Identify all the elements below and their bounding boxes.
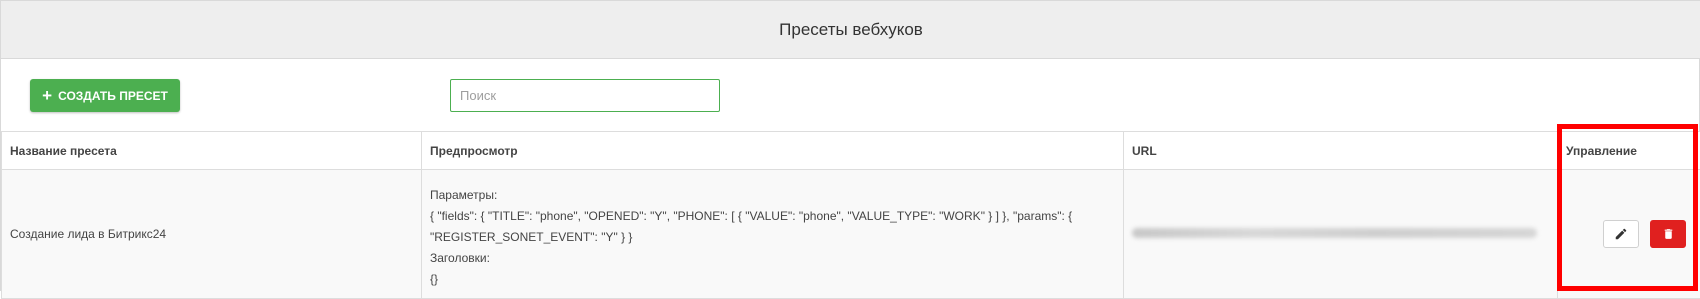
presets-table: Название пресета Предпросмотр URL Управл…	[1, 131, 1700, 299]
preset-name-cell: Создание лида в Битрикс24	[2, 170, 422, 299]
search-input[interactable]	[450, 79, 720, 112]
table-header-row: Название пресета Предпросмотр URL Управл…	[2, 132, 1700, 170]
column-header-name[interactable]: Название пресета	[2, 132, 422, 170]
preset-preview-cell: Параметры: { "fields": { "TITLE": "phone…	[422, 170, 1124, 299]
column-header-actions: Управление	[1558, 132, 1700, 170]
create-preset-label: СОЗДАТЬ ПРЕСЕТ	[58, 89, 168, 103]
preview-headers-value: {}	[430, 269, 1115, 290]
edit-preset-button[interactable]	[1603, 220, 1639, 248]
preset-actions-cell	[1558, 170, 1700, 299]
column-header-preview[interactable]: Предпросмотр	[422, 132, 1124, 170]
webhook-presets-panel: Пресеты вебхуков + СОЗДАТЬ ПРЕСЕТ Назван…	[0, 0, 1700, 291]
plus-icon: +	[42, 87, 52, 104]
delete-preset-button[interactable]	[1650, 220, 1686, 248]
pencil-icon	[1614, 227, 1628, 241]
page-title: Пресеты вебхуков	[779, 20, 923, 40]
blurred-url	[1132, 228, 1537, 238]
preview-params-label: Параметры:	[430, 185, 1115, 206]
preview-params-line-1: { "fields": { "TITLE": "phone", "OPENED"…	[430, 206, 1115, 227]
preset-url-cell	[1124, 170, 1558, 299]
toolbar: + СОЗДАТЬ ПРЕСЕТ	[1, 59, 1700, 131]
preview-headers-label: Заголовки:	[430, 248, 1115, 269]
table-row: Создание лида в Битрикс24 Параметры: { "…	[2, 170, 1700, 299]
preview-params-line-2: "REGISTER_SONET_EVENT": "Y" } }	[430, 227, 1115, 248]
column-header-url[interactable]: URL	[1124, 132, 1558, 170]
panel-header: Пресеты вебхуков	[1, 1, 1700, 59]
create-preset-button[interactable]: + СОЗДАТЬ ПРЕСЕТ	[30, 79, 180, 112]
row-actions	[1566, 220, 1693, 248]
trash-icon	[1662, 227, 1675, 241]
